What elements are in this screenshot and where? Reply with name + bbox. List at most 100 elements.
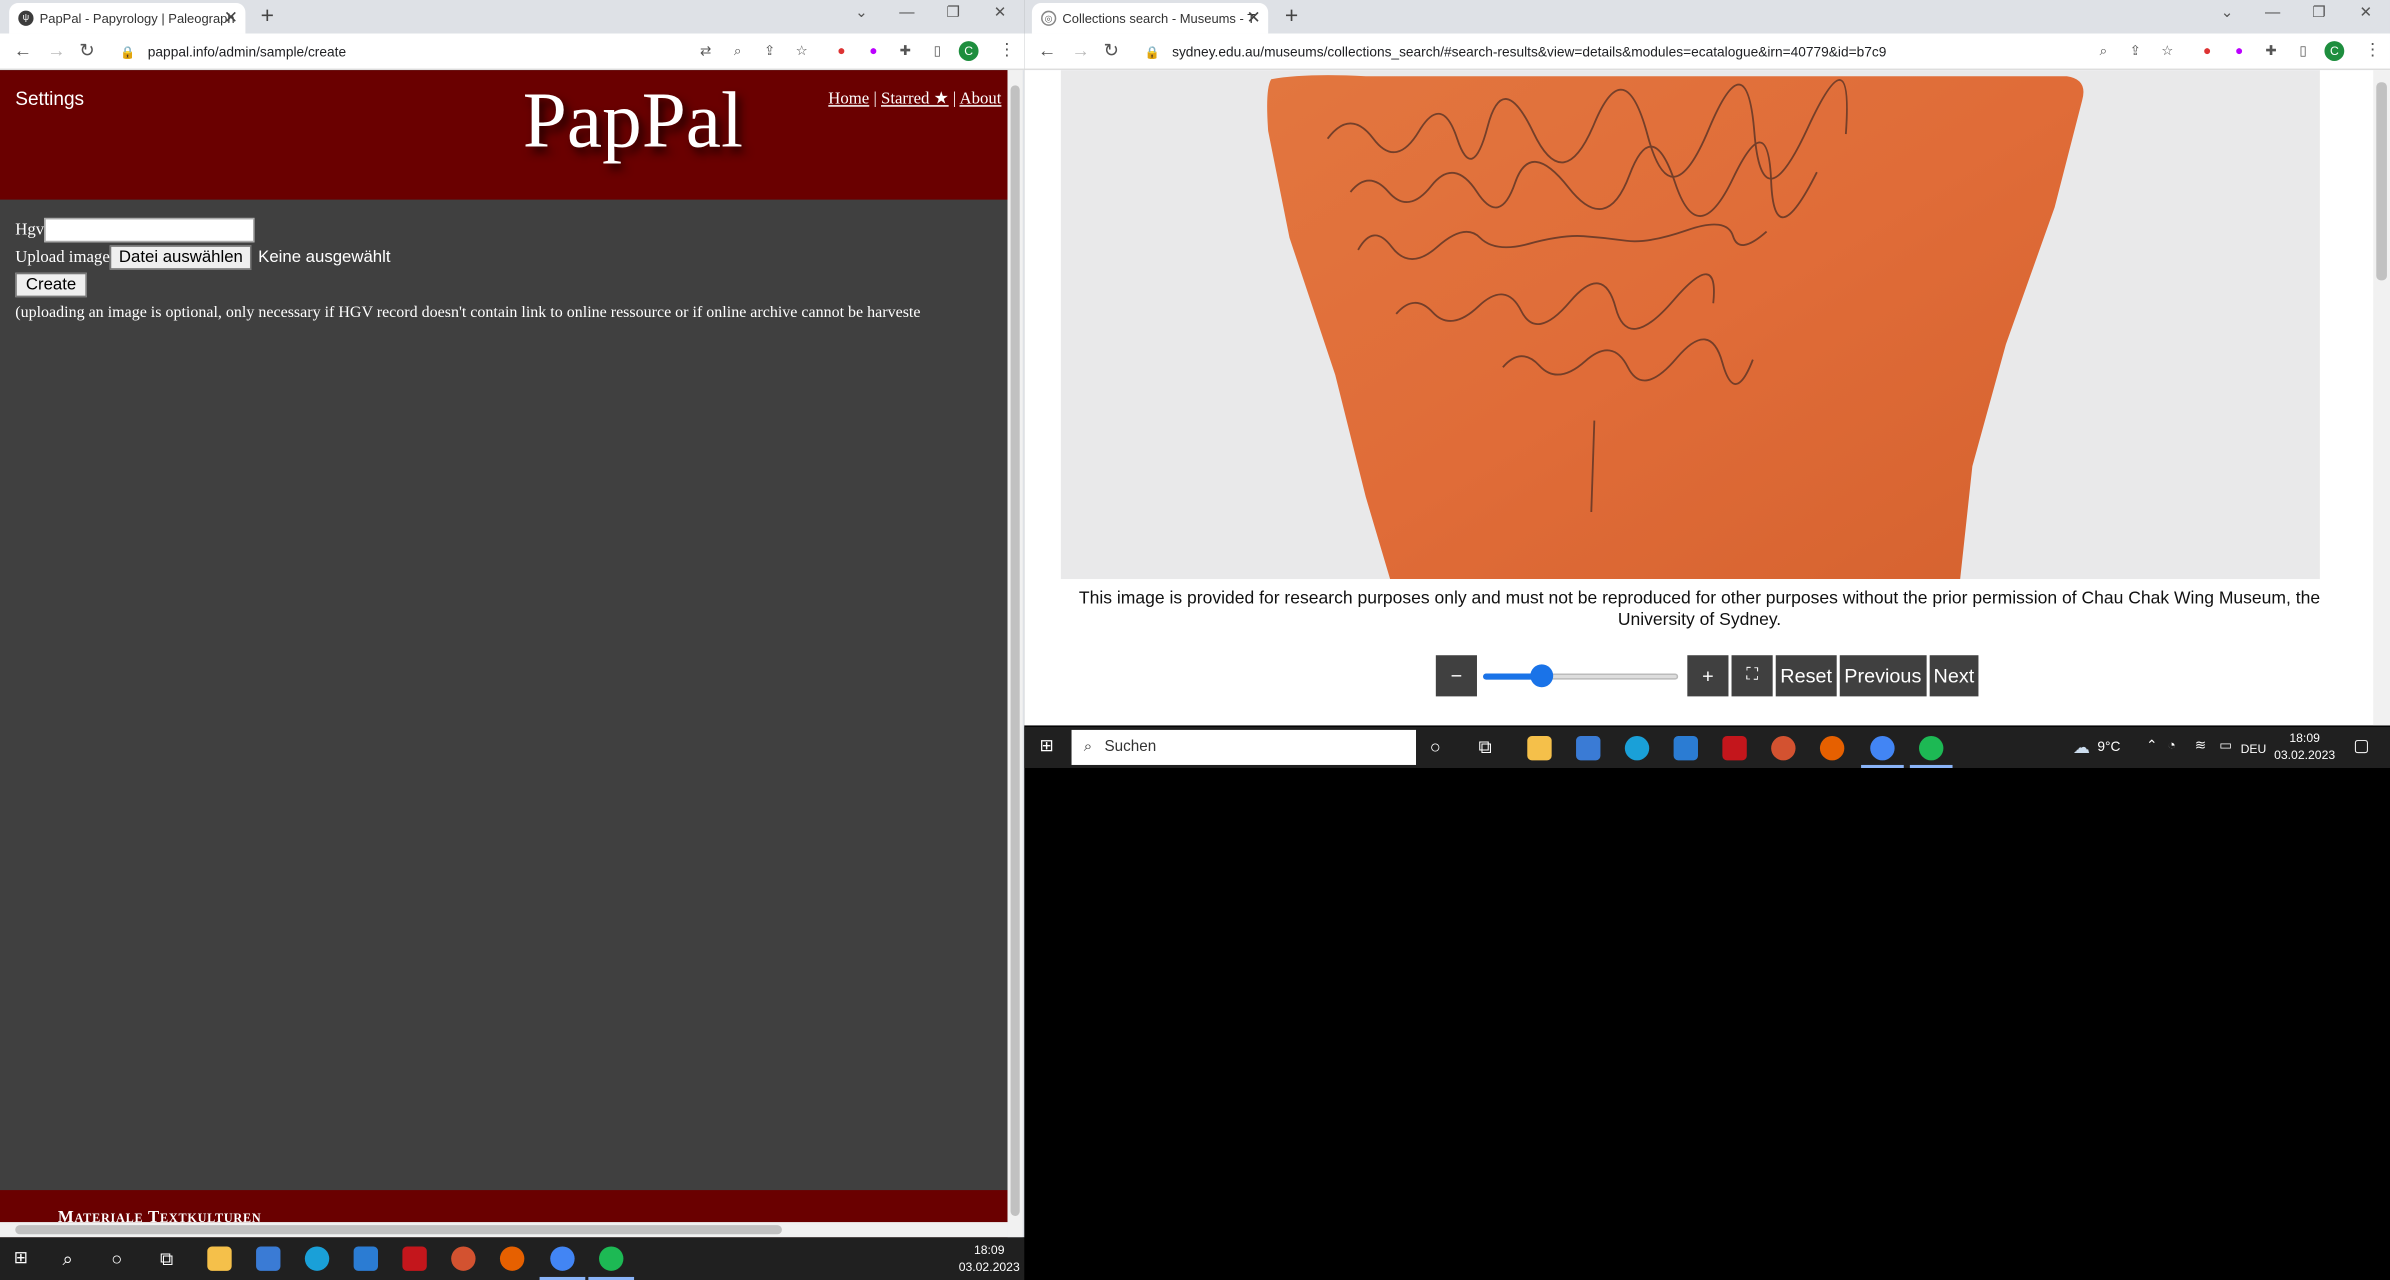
pappal-logo[interactable]: PapPal <box>523 76 743 166</box>
forward-icon[interactable]: → <box>47 40 65 61</box>
extension-icon[interactable]: ● <box>2198 41 2216 59</box>
profile-avatar[interactable]: C <box>958 41 979 61</box>
translate-icon[interactable]: ⇄ <box>697 41 715 59</box>
chrome-icon[interactable] <box>1870 736 1895 761</box>
zoom-out-button[interactable]: − <box>1435 655 1477 697</box>
next-button[interactable]: Next <box>1928 655 1979 697</box>
spotify-icon[interactable] <box>1919 736 1944 761</box>
network-icon[interactable]: ◔ <box>2167 738 2175 753</box>
zoom-icon[interactable]: ⌕ <box>2094 41 2112 59</box>
side-panel-icon[interactable]: ▯ <box>928 41 946 59</box>
slider-handle[interactable] <box>1530 664 1554 688</box>
battery-icon[interactable]: ▭ <box>2219 738 2232 755</box>
settings-link[interactable]: Settings <box>15 88 84 109</box>
task-view-icon[interactable]: ⧉ <box>1479 736 1492 759</box>
fullscreen-icon[interactable]: ⛶ <box>1731 655 1773 697</box>
store-icon[interactable] <box>256 1246 281 1271</box>
window-close-icon[interactable]: ✕ <box>2360 5 2373 22</box>
minimize-icon[interactable]: — <box>899 5 914 22</box>
clock[interactable]: 18:09 03.02.2023 <box>2271 730 2338 764</box>
window-close-icon[interactable]: ✕ <box>994 5 1007 22</box>
mail-icon[interactable] <box>1673 736 1698 761</box>
previous-button[interactable]: Previous <box>1839 655 1926 697</box>
weather-cloud-icon[interactable]: ☁ <box>2073 738 2090 757</box>
minimize-icon[interactable]: — <box>2265 5 2280 22</box>
share-icon[interactable]: ⇪ <box>2126 41 2144 59</box>
home-link[interactable]: Home <box>828 90 869 108</box>
tab-search-icon[interactable]: ⌄ <box>855 5 868 22</box>
restore-icon[interactable]: ❐ <box>947 5 961 22</box>
back-icon[interactable]: ← <box>14 40 32 61</box>
scroll-thumb[interactable] <box>1010 85 1020 1217</box>
close-tab-icon[interactable]: ✕ <box>1246 8 1260 28</box>
close-tab-icon[interactable]: ✕ <box>224 8 238 28</box>
new-tab-icon[interactable]: + <box>261 3 274 29</box>
acrobat-icon[interactable] <box>402 1246 427 1271</box>
taskbar-search[interactable]: ⌕ Suchen <box>1071 729 1417 765</box>
forward-icon[interactable]: → <box>1072 40 1090 61</box>
extensions-puzzle-icon[interactable]: ✚ <box>2262 41 2280 59</box>
address-bar[interactable]: 🔒 pappal.info/admin/sample/create <box>120 40 346 64</box>
spotify-icon[interactable] <box>599 1246 624 1271</box>
cortana-icon[interactable]: ○ <box>1430 736 1441 757</box>
language-indicator[interactable]: DEU <box>2241 741 2267 758</box>
new-tab-icon[interactable]: + <box>1285 3 1298 29</box>
windows-start-icon[interactable]: ⊞ <box>14 1248 28 1268</box>
zoom-slider[interactable] <box>1483 655 1681 696</box>
zoom-icon[interactable]: ⌕ <box>729 41 747 59</box>
restore-icon[interactable]: ❐ <box>2312 5 2326 22</box>
starred-link[interactable]: Starred ★ <box>881 90 949 108</box>
reload-icon[interactable]: ↻ <box>1104 40 1119 61</box>
clock[interactable]: 18:09 03.02.2023 <box>954 1242 1024 1276</box>
zoom-in-button[interactable]: + <box>1687 655 1729 697</box>
vertical-scrollbar[interactable] <box>2373 70 2390 726</box>
extensions-puzzle-icon[interactable]: ✚ <box>896 41 914 59</box>
side-panel-icon[interactable]: ▯ <box>2294 41 2312 59</box>
tab-pappal[interactable]: ψ PapPal - Papyrology | Paleograph ✕ <box>9 3 246 34</box>
reload-icon[interactable]: ↻ <box>79 40 94 61</box>
create-button[interactable]: Create <box>15 272 87 298</box>
weather-temp[interactable]: 9°C <box>2097 739 2120 756</box>
back-icon[interactable]: ← <box>1038 40 1056 61</box>
file-explorer-icon[interactable] <box>1527 736 1552 761</box>
share-icon[interactable]: ⇪ <box>761 41 779 59</box>
tab-collections-search[interactable]: ◎ Collections search - Museums - T ✕ <box>1031 3 1269 34</box>
hgv-input[interactable] <box>44 217 255 243</box>
store-icon[interactable] <box>1576 736 1601 761</box>
chrome-icon[interactable] <box>550 1246 575 1271</box>
firefox-icon[interactable] <box>1819 736 1845 761</box>
extension-icon[interactable]: ● <box>2230 41 2248 59</box>
bookmark-star-icon[interactable]: ☆ <box>793 41 811 59</box>
address-bar[interactable]: 🔒 sydney.edu.au/museums/collections_sear… <box>1145 40 1887 64</box>
extension-icon[interactable]: ● <box>832 41 850 59</box>
wifi-icon[interactable]: ≋ <box>2195 738 2207 755</box>
search-icon[interactable]: ⌕ <box>62 1248 72 1271</box>
cortana-icon[interactable]: ○ <box>111 1248 122 1269</box>
profile-avatar[interactable]: C <box>2324 41 2345 61</box>
mail-icon[interactable] <box>353 1246 379 1271</box>
extension-icon[interactable]: ● <box>864 41 882 59</box>
menu-kebab-icon[interactable]: ⋮ <box>2364 40 2381 59</box>
windows-start-icon[interactable]: ⊞ <box>1040 736 1054 756</box>
horizontal-scrollbar[interactable] <box>0 1222 1008 1238</box>
bookmark-star-icon[interactable]: ☆ <box>2158 41 2176 59</box>
scroll-thumb[interactable] <box>2376 82 2387 281</box>
menu-kebab-icon[interactable]: ⋮ <box>998 40 1015 59</box>
reset-button[interactable]: Reset <box>1775 655 1837 697</box>
about-link[interactable]: About <box>960 90 1002 108</box>
firefox-icon[interactable] <box>499 1246 525 1271</box>
powerpoint-icon[interactable] <box>1771 736 1796 761</box>
tab-search-icon[interactable]: ⌄ <box>2221 5 2234 22</box>
ostracon-image[interactable] <box>1061 70 2320 580</box>
acrobat-icon[interactable] <box>1722 736 1747 761</box>
scroll-thumb[interactable] <box>15 1225 782 1235</box>
powerpoint-icon[interactable] <box>451 1246 476 1271</box>
task-view-icon[interactable]: ⧉ <box>160 1248 173 1271</box>
vertical-scrollbar[interactable] <box>1007 70 1023 1238</box>
chevron-up-icon[interactable]: ⌃ <box>2146 738 2158 755</box>
edge-icon[interactable] <box>304 1246 330 1271</box>
notification-icon[interactable]: ▢ <box>2353 736 2369 756</box>
choose-file-button[interactable]: Datei auswählen <box>109 245 253 270</box>
edge-icon[interactable] <box>1624 736 1650 761</box>
file-explorer-icon[interactable] <box>207 1246 232 1271</box>
